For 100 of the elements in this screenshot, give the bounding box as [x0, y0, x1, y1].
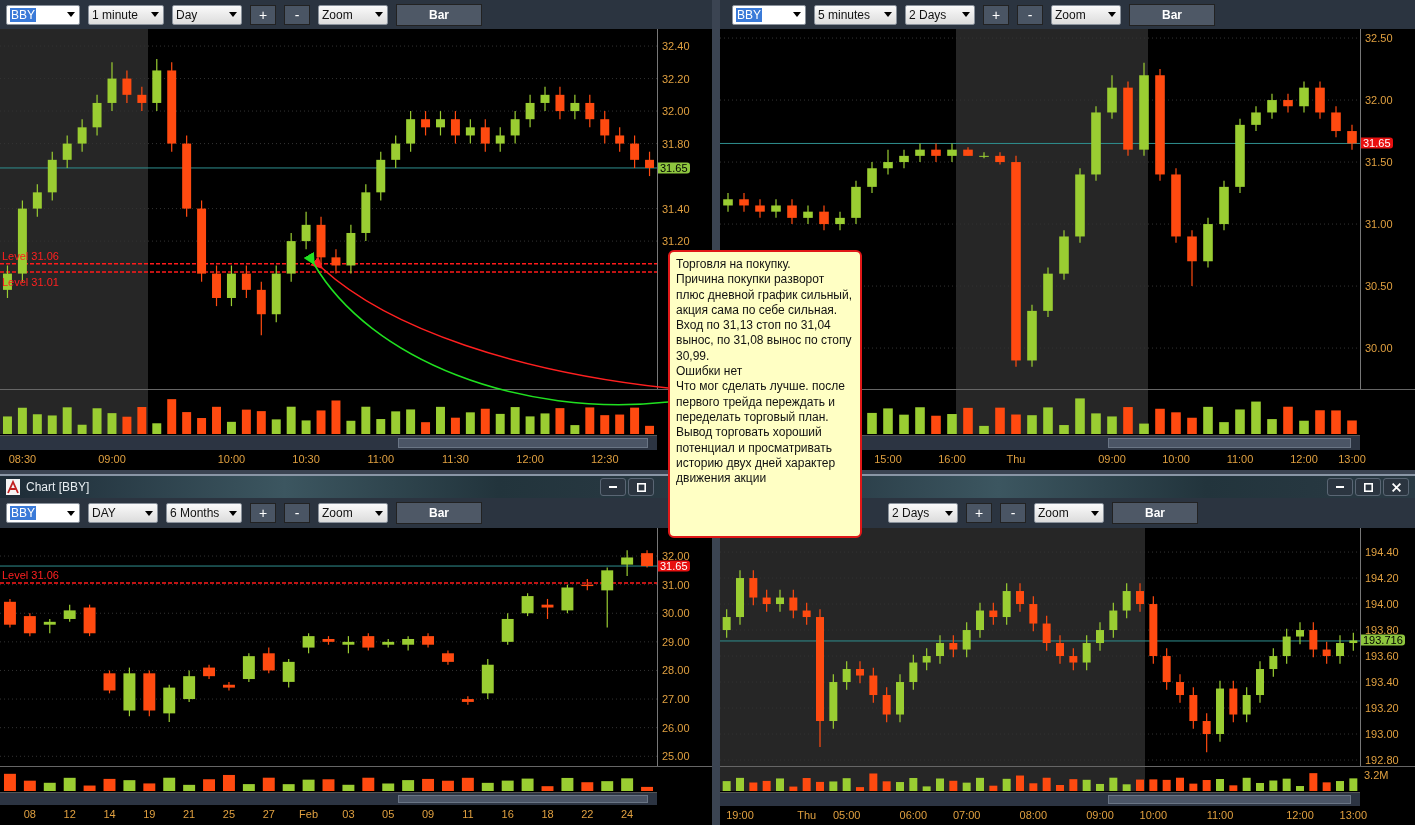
price-tick: 30.00: [1365, 342, 1393, 354]
dropdown[interactable]: Zoom: [318, 503, 388, 523]
time-tick: 11:00: [1206, 809, 1234, 821]
time-tick: 12:00: [1290, 453, 1318, 465]
price-tick: 27.00: [662, 693, 690, 705]
time-tick: 15:00: [874, 453, 902, 465]
price-tick: 194.00: [1365, 598, 1399, 610]
time-tick: 25: [222, 808, 236, 820]
price-tick: 193.40: [1365, 676, 1399, 688]
price-tag: 193.716: [1361, 634, 1405, 646]
time-tick: 19: [143, 808, 156, 820]
time-tick: 09:00: [1086, 809, 1114, 821]
price-tick: 31.40: [662, 203, 690, 215]
time-tick: Thu: [797, 809, 817, 821]
time-tick: 08:00: [1019, 809, 1048, 821]
note-tooltip: Торговля на покупку. Причина покупки разворот плюс дневной график сильный, акция сама по себе сильная. Вход по 31,13 стоп по 31,04 вынос, по 31,08 вынос по стопу 30,99. Ошибки нет Что мог сделать лучше. после первого трейда переждать и переделать торговый план. Вывод торговать хороший потенциал и просматривать историю двух дней характер движения акции: [668, 250, 862, 538]
time-tick: 06:00: [899, 809, 928, 821]
time-tick: 05: [382, 808, 395, 820]
time-tick: Thu: [1006, 453, 1026, 465]
time-tick: 21: [183, 808, 196, 820]
price-tick: 193.20: [1365, 702, 1399, 714]
dropdown[interactable]: Zoom: [318, 4, 388, 25]
time-tick: 22: [581, 808, 594, 820]
time-tick: 13:00: [1338, 453, 1366, 465]
price-tick: 26.00: [662, 722, 690, 734]
time-tick: 10:30: [292, 453, 320, 465]
price-tick: 30.00: [662, 607, 690, 619]
toolbar-button[interactable]: +: [966, 503, 992, 523]
price-tick: 194.40: [1365, 546, 1399, 558]
time-tick: 10:00: [217, 453, 246, 465]
time-tick: 05:00: [832, 809, 861, 821]
time-tick: 12:00: [1286, 809, 1314, 821]
price-tick: 31.80: [662, 138, 690, 150]
time-tick: 27: [262, 808, 275, 820]
dropdown[interactable]: 1 minute: [88, 4, 164, 25]
price-tick: 28.00: [662, 664, 690, 676]
dropdown[interactable]: 6 Months: [166, 503, 242, 523]
time-tick: 11:00: [1226, 453, 1254, 465]
time-tick: 13:00: [1339, 809, 1368, 821]
toolbar-button[interactable]: +: [983, 4, 1009, 25]
toolbar-button[interactable]: +: [250, 503, 276, 523]
price-tick: 32.50: [1365, 32, 1393, 44]
bar-button[interactable]: Bar: [396, 3, 482, 26]
price-tick: 30.50: [1365, 280, 1393, 292]
price-tick: 194.20: [1365, 572, 1399, 584]
time-tick: 09:00: [1098, 453, 1126, 465]
dropdown[interactable]: Zoom: [1034, 503, 1104, 523]
price-tick: 192.80: [1365, 754, 1399, 766]
price-tag: 31.65: [658, 560, 690, 572]
price-tag: 31.65: [658, 162, 690, 174]
dropdown[interactable]: 2 Days: [905, 4, 975, 25]
level-label: Level 31.06: [2, 568, 59, 581]
price-tick: 29.00: [662, 636, 690, 648]
time-tick: 09: [421, 808, 435, 820]
price-tick: 31.00: [1365, 218, 1393, 230]
window-title: Chart [BBY]: [26, 480, 90, 494]
price-tick: 32.00: [662, 550, 690, 562]
time-tick: 08: [23, 808, 36, 820]
time-tick: 09:00: [98, 453, 126, 465]
toolbar-button[interactable]: -: [1000, 503, 1026, 523]
time-tick: 18: [541, 808, 554, 820]
symbol-field[interactable]: BBY: [6, 4, 80, 25]
time-tick: 08:30: [8, 453, 37, 465]
price-tick: 193.60: [1365, 650, 1399, 662]
symbol-field[interactable]: BBY: [6, 503, 80, 523]
price-tick: 193.80: [1365, 624, 1399, 636]
price-tick: 32.40: [662, 40, 690, 52]
price-tick: 31.20: [662, 235, 690, 247]
time-tick: 14: [103, 808, 116, 820]
volume-label: 3.2M: [1364, 769, 1389, 781]
time-tick: 19:00: [726, 809, 754, 821]
price-tick: 31.50: [1365, 156, 1393, 168]
time-tick: 24: [621, 808, 634, 820]
price-tick: 32.20: [662, 73, 690, 85]
time-tick: 11:00: [367, 453, 395, 465]
time-tick: 16: [501, 808, 514, 820]
price-tick: 32.00: [1365, 94, 1393, 106]
toolbar-button[interactable]: +: [250, 4, 276, 25]
time-tick: 12:00: [516, 453, 544, 465]
time-tick: 10:00: [1162, 453, 1190, 465]
dropdown[interactable]: 5 minutes: [814, 4, 897, 25]
dropdown[interactable]: DAY: [88, 503, 158, 523]
toolbar-button[interactable]: -: [284, 503, 310, 523]
symbol-field[interactable]: BBY: [732, 4, 806, 25]
price-tag: 31.65: [1361, 137, 1393, 149]
bar-button[interactable]: Bar: [1129, 3, 1215, 26]
time-tick: 16:00: [938, 453, 966, 465]
bar-button[interactable]: Bar: [1112, 502, 1198, 524]
dropdown[interactable]: Zoom: [1051, 4, 1121, 25]
dropdown[interactable]: Day: [172, 4, 242, 25]
price-tick: 32.00: [662, 105, 690, 117]
bar-button[interactable]: Bar: [396, 502, 482, 524]
time-tick: 07:00: [952, 809, 981, 821]
toolbar-button[interactable]: -: [284, 4, 310, 25]
time-tick: 12: [63, 808, 76, 820]
time-tick: 12:30: [590, 453, 619, 465]
dropdown[interactable]: 2 Days: [888, 503, 958, 523]
price-tick: 193.00: [1365, 728, 1399, 740]
toolbar-button[interactable]: -: [1017, 4, 1043, 25]
price-tick: 31.00: [662, 579, 690, 591]
